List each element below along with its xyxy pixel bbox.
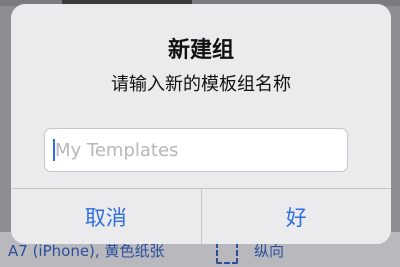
text-cursor [53,139,55,161]
orientation-icon[interactable] [216,242,238,264]
dialog-message: 请输入新的模板组名称 [111,74,291,95]
dialog-button-row: 取消 好 [11,188,391,244]
cancel-button[interactable]: 取消 [11,189,202,244]
new-group-dialog: 新建组 请输入新的模板组名称 取消 好 [11,4,391,244]
group-name-input[interactable] [44,128,348,172]
ok-button[interactable]: 好 [202,189,392,244]
screen: A7 (iPhone), 黄色纸张 纵向 新建组 请输入新的模板组名称 取消 好 [0,0,400,267]
dialog-title: 新建组 [167,38,234,63]
